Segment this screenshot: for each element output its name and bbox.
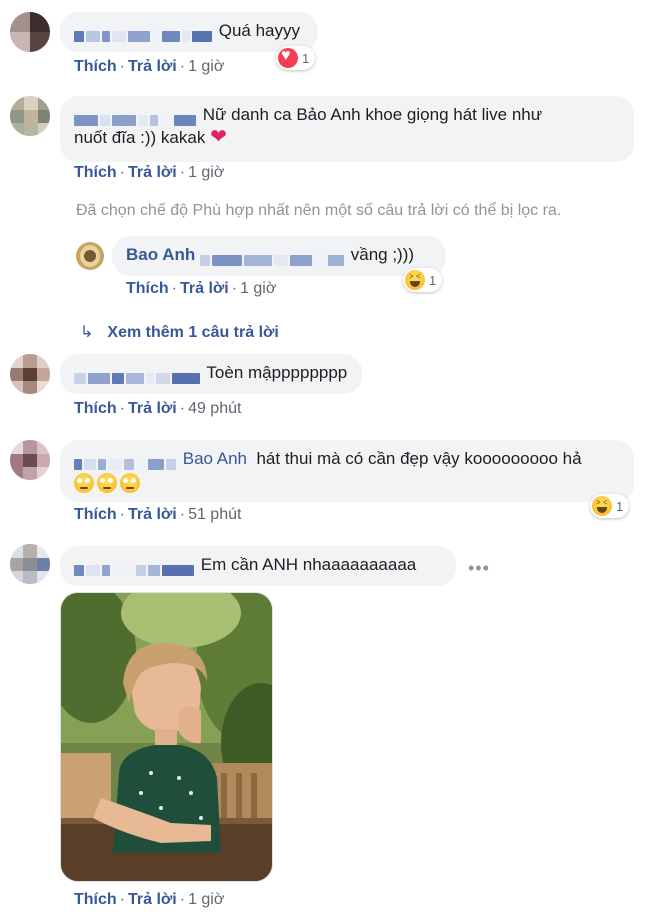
reaction-summary[interactable]: 1 [276, 46, 316, 70]
comment-actions: Thích · Trả lời · 1 giờ [74, 58, 225, 75]
avatar[interactable] [10, 544, 50, 584]
heart-emoji-icon: ❤ [210, 126, 227, 148]
more-options-icon[interactable]: ••• [468, 558, 490, 579]
tagged-name-link[interactable]: Bao Anh [183, 449, 247, 468]
timestamp[interactable]: 1 giờ [188, 164, 224, 181]
reaction-count: 1 [616, 498, 624, 514]
avatar[interactable] [10, 440, 50, 480]
timestamp[interactable]: 1 giờ [188, 58, 224, 75]
reply-link[interactable]: Trả lời [180, 280, 229, 297]
like-link[interactable]: Thích [126, 280, 169, 297]
reply-link[interactable]: Trả lời [128, 891, 177, 908]
rolling-eyes-emoji-icon [97, 472, 117, 493]
haha-reaction-icon: > < [592, 496, 612, 516]
comment-actions: Thích · Trả lời · 49 phút [74, 400, 242, 417]
blurred-author-name[interactable] [74, 559, 196, 576]
haha-reaction-icon: > < [405, 270, 425, 290]
view-more-replies-label: Xem thêm 1 câu trả lời [107, 324, 279, 341]
rolling-eyes-emoji-icon [74, 472, 94, 493]
reply-arrow-icon: ↳ [80, 324, 94, 341]
like-link[interactable]: Thích [74, 400, 117, 417]
comment-actions: Thích · Trả lời · 1 giờ [74, 891, 225, 908]
comment-text: nuốt đĩa :)) kakak [74, 128, 206, 147]
timestamp[interactable]: 51 phút [188, 506, 241, 523]
comment-text: Nữ danh ca Bảo Anh khoe giọng hát live n… [202, 105, 543, 124]
timestamp[interactable]: 49 phút [188, 400, 241, 417]
comment-bubble: Nữ danh ca Bảo Anh khoe giọng hát live n… [60, 96, 634, 162]
blurred-author-name[interactable] [74, 25, 214, 42]
photo-image [61, 593, 272, 881]
reply-text: vầng ;))) [350, 245, 415, 264]
comment-actions: Thích · Trả lời · 1 giờ [74, 164, 225, 181]
reaction-count: 1 [302, 50, 310, 66]
reply-actions: Thích · Trả lời · 1 giờ [126, 280, 277, 297]
reply-avatar[interactable] [76, 242, 104, 270]
comment-text: hát thui mà có cần đẹp vậy kooooooooo hả [256, 449, 582, 468]
reply-link[interactable]: Trả lời [128, 58, 177, 75]
like-link[interactable]: Thích [74, 891, 117, 908]
timestamp[interactable]: 1 giờ [188, 891, 224, 908]
reply-link[interactable]: Trả lời [128, 506, 177, 523]
comment-actions: Thích · Trả lời · 51 phút [74, 506, 242, 523]
comment-bubble: Quá hayyy [60, 12, 318, 52]
reply-bubble: Bao Anh vầng ;))) [112, 236, 446, 276]
comment-text: Toèn mậpppppppp [206, 363, 348, 382]
avatar[interactable] [10, 96, 50, 136]
comment-text: Quá hayyy [218, 21, 300, 40]
reaction-summary[interactable]: > < 1 [403, 268, 443, 292]
comment-photo[interactable] [60, 592, 273, 882]
comment-bubble: Em cần ANH nhaaaaaaaaaa [60, 546, 456, 586]
blurred-author-name[interactable] [74, 453, 178, 470]
love-reaction-icon [278, 47, 298, 68]
comment-bubble: Bao Anh hát thui mà có cần đẹp vậy koooo… [60, 440, 634, 502]
reply-link[interactable]: Trả lời [128, 164, 177, 181]
view-more-replies-link[interactable]: ↳ Xem thêm 1 câu trả lời [80, 322, 279, 342]
reply-link[interactable]: Trả lời [128, 400, 177, 417]
avatar[interactable] [10, 354, 50, 394]
timestamp[interactable]: 1 giờ [240, 280, 276, 297]
reaction-summary[interactable]: > < 1 [590, 494, 630, 518]
blurred-tag[interactable] [200, 249, 346, 266]
like-link[interactable]: Thích [74, 164, 117, 181]
comment-text: Em cần ANH nhaaaaaaaaaa [200, 555, 417, 574]
reply-author-name[interactable]: Bao Anh [126, 245, 195, 264]
like-link[interactable]: Thích [74, 58, 117, 75]
blurred-author-name[interactable] [74, 367, 202, 384]
like-link[interactable]: Thích [74, 506, 117, 523]
reaction-count: 1 [429, 272, 437, 288]
avatar[interactable] [10, 12, 50, 52]
rolling-eyes-emoji-icon [120, 472, 140, 493]
blurred-author-name[interactable] [74, 109, 198, 126]
filter-notice: Đã chọn chế độ Phù hợp nhất nên một số c… [76, 202, 562, 219]
comment-bubble: Toèn mậpppppppp [60, 354, 362, 394]
